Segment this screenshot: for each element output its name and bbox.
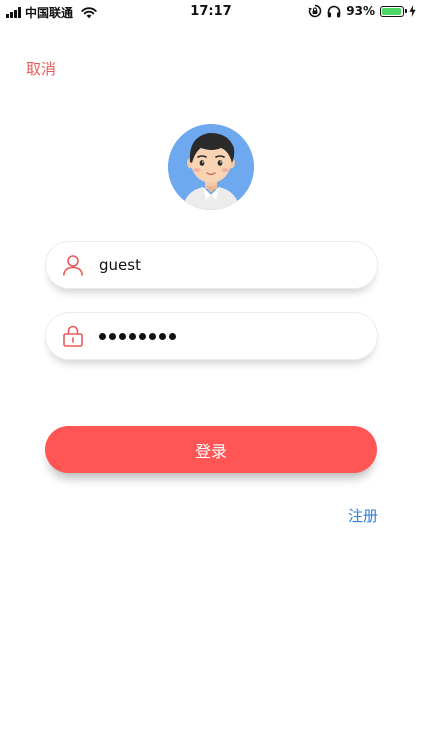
headphones-icon [327, 5, 341, 17]
password-dot [169, 332, 176, 340]
password-dot [129, 332, 136, 340]
password-dot [99, 332, 106, 340]
rotation-lock-icon [308, 4, 322, 18]
password-dot [119, 332, 126, 340]
password-dot [109, 332, 116, 340]
battery-icon [380, 5, 407, 17]
password-dot [139, 332, 146, 340]
avatar-illustration [168, 124, 254, 210]
user-avatar [168, 124, 254, 210]
lock-icon [61, 324, 85, 348]
username-field[interactable]: guest [45, 241, 378, 289]
register-link[interactable]: 注册 [348, 505, 378, 526]
user-icon [61, 253, 85, 277]
status-right: 93% [308, 4, 416, 18]
status-bar: 中国联通 17:17 93% [0, 0, 422, 24]
battery-percent: 93% [346, 4, 375, 18]
password-masked-value [99, 332, 176, 340]
password-dot [149, 332, 156, 340]
password-field[interactable] [45, 312, 378, 360]
charging-icon [409, 5, 416, 17]
battery-level [382, 7, 401, 15]
cancel-button[interactable]: 取消 [26, 58, 56, 79]
username-value: guest [99, 256, 141, 274]
login-button[interactable]: 登录 [45, 426, 377, 473]
password-dot [159, 332, 166, 340]
